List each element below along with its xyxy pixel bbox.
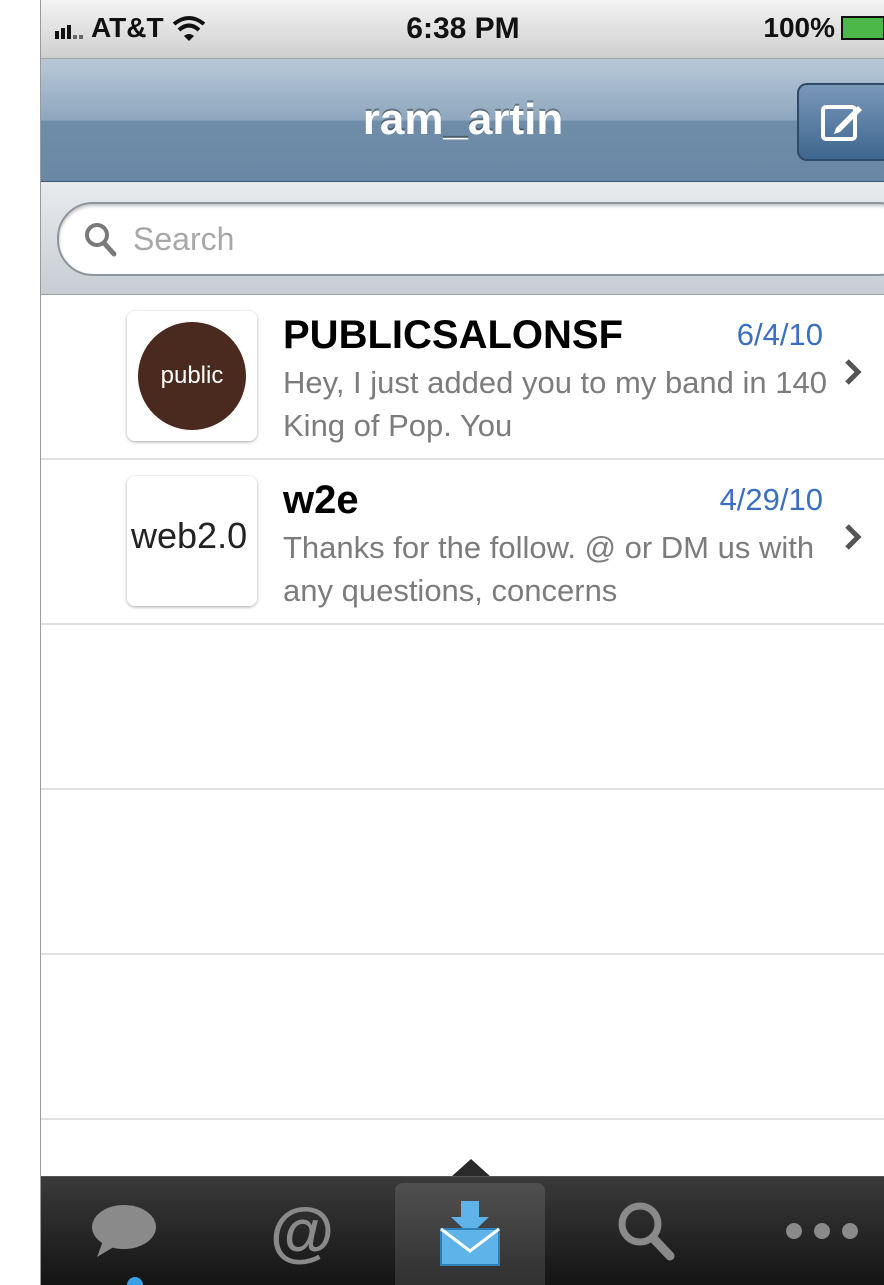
svg-text:public: public (161, 362, 224, 389)
message-preview: Hey, I just added you to my band in 140 … (283, 365, 827, 443)
message-username: w2e (283, 478, 359, 522)
status-bar: AT&T 6:38 PM 100% (41, 0, 884, 59)
search-icon (85, 223, 117, 257)
nav-title: ram_artin (362, 95, 564, 144)
message-list: public PUBLICSALONSF 6/4/10 Hey, I just … (41, 295, 884, 1120)
tab-mentions[interactable]: @ (227, 1177, 377, 1285)
message-username: PUBLICSALONSF (283, 313, 623, 357)
svg-text:web2.0 EXPO: web2.0 EXPO (130, 515, 257, 556)
message-row[interactable]: public PUBLICSALONSF 6/4/10 Hey, I just … (41, 295, 884, 460)
more-dots-icon (786, 1223, 858, 1239)
tab-messages[interactable] (395, 1183, 545, 1285)
avatar: web2.0 EXPO (127, 476, 257, 606)
battery-icon (841, 16, 884, 40)
compose-button[interactable] (797, 83, 884, 161)
web20-expo-logo: web2.0 EXPO (127, 476, 257, 606)
battery: 100% (763, 12, 884, 44)
tab-more[interactable] (747, 1177, 884, 1285)
chevron-right-icon (845, 359, 862, 385)
messages-inbox-icon (440, 1201, 500, 1266)
search-bar (41, 182, 884, 295)
search-icon (618, 1202, 675, 1261)
empty-row (41, 955, 884, 1120)
at-sign-icon: @ (269, 1194, 335, 1268)
unread-indicator (127, 1277, 143, 1285)
tab-indicator-arrow (451, 1159, 491, 1177)
avatar: public (127, 311, 257, 441)
navigation-bar: ram_artin (41, 59, 884, 183)
search-field[interactable] (57, 202, 884, 276)
chevron-right-icon (845, 524, 862, 550)
empty-row (41, 625, 884, 790)
message-date: 6/4/10 (736, 317, 823, 352)
message-date: 4/29/10 (719, 482, 823, 517)
phone-screen: AT&T 6:38 PM 100% ram_artin Search publi… (40, 0, 884, 1285)
speech-bubble-icon (92, 1205, 156, 1257)
status-time: 6:38 PM (406, 12, 520, 45)
tab-timeline[interactable] (49, 1177, 199, 1285)
empty-row (41, 790, 884, 955)
public-salon-logo: public (127, 311, 257, 441)
search-input[interactable] (131, 219, 535, 259)
tab-bar: @ (41, 1176, 884, 1285)
message-preview: Thanks for the follow. @ or DM us with a… (283, 530, 815, 608)
battery-label: 100% (763, 12, 835, 43)
tab-search[interactable] (571, 1177, 721, 1285)
compose-icon (821, 105, 862, 141)
message-row[interactable]: web2.0 EXPO w2e 4/29/10 Thanks for the f… (41, 460, 884, 625)
